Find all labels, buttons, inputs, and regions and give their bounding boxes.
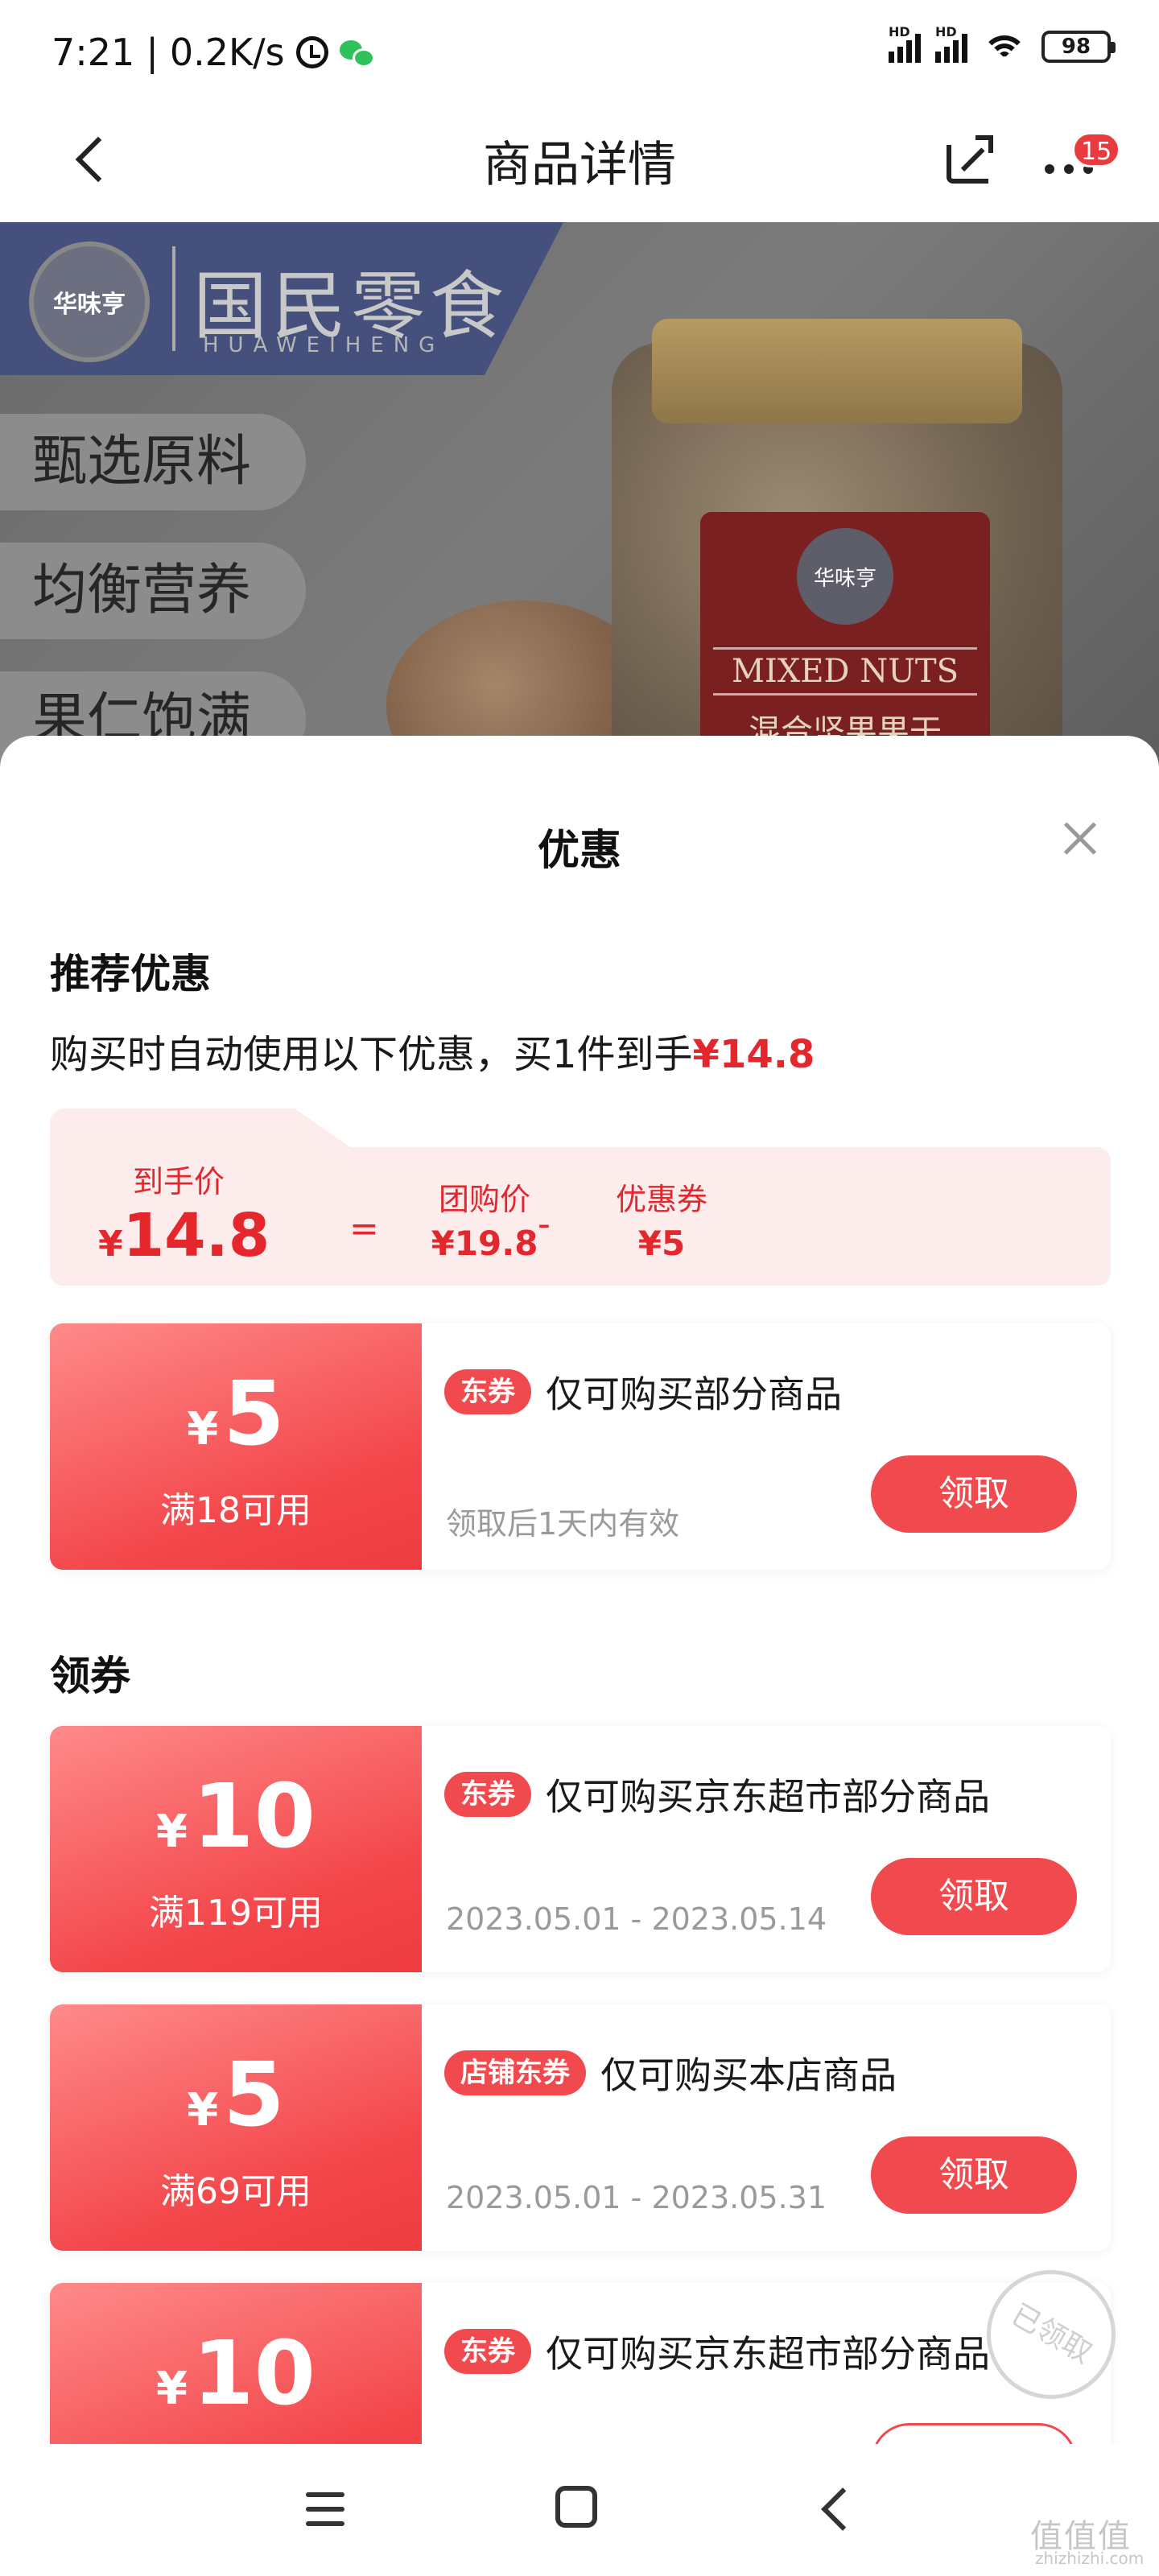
coupon-amount-panel: ¥10 — [50, 2283, 422, 2444]
claim-button[interactable]: 领取 — [871, 2136, 1077, 2214]
coupon-amount: 10 — [192, 1765, 316, 1868]
recommended-coupon: ¥5 满18可用 东券 仅可购买部分商品 领取后1天内有效 领取 — [50, 1323, 1111, 1570]
coupon-desc-text: 仅可购买京东超市部分商品 — [546, 1775, 990, 1818]
app-header: 商品详情 15 — [0, 97, 1159, 222]
label-logo: 华味亨 — [797, 528, 893, 625]
status-time: 7:21 — [52, 31, 135, 74]
coupon-item: ¥10 东券 仅可购买京东超市部分商品 — [50, 2283, 1111, 2444]
battery-level: 98 — [1061, 35, 1091, 59]
coupon-yen: ¥ — [155, 1806, 188, 1858]
close-button[interactable] — [1058, 816, 1103, 861]
recommend-heading: 推荐优惠 — [50, 951, 211, 997]
discount-sheet: 优惠 推荐优惠 购买时自动使用以下优惠，买1件到手¥14.8 到手价 ¥14.8… — [0, 736, 1159, 2444]
status-separator: | — [146, 31, 159, 74]
banner-pill-1: 甄选原料 — [0, 414, 306, 510]
jar-lid — [652, 319, 1022, 423]
minus-sign: - — [538, 1203, 551, 1245]
status-bar: 7:21 | 0.2K/s HD HD 98 — [0, 0, 1159, 97]
auto-discount-text: 购买时自动使用以下优惠，买1件到手¥14.8 — [50, 1022, 815, 1079]
brand-logo: 华味亨 — [29, 242, 150, 362]
share-button[interactable] — [940, 127, 1004, 192]
watermark-url: zhizhizhi.com — [1035, 2549, 1145, 2568]
brand-separator — [172, 246, 175, 351]
coupon-tag: 东券 — [444, 1369, 531, 1414]
coupon-description: 店铺东券 仅可购买本店商品 — [444, 2046, 897, 2099]
system-nav-bar — [0, 2444, 1159, 2576]
status-net-speed: 0.2K/s — [169, 31, 285, 74]
claim-button[interactable]: 领取 — [871, 1858, 1077, 1935]
coupon-tag: 东券 — [444, 2329, 531, 2374]
coupon-tag: 店铺东券 — [444, 2050, 586, 2095]
coupon-condition: 满18可用 — [160, 1490, 311, 1531]
brand-subtitle: HUAWEIHENG — [203, 333, 445, 357]
hd-label-2: HD — [935, 24, 957, 39]
final-price: 到手价 ¥14.8 — [98, 1157, 270, 1270]
coupon-desc-text: 仅可购买本店商品 — [600, 2054, 897, 2097]
coupon-amount-panel: ¥10 满119可用 — [50, 1726, 422, 1972]
coupon-discount-label: 优惠券 — [615, 1182, 707, 1217]
equals-sign: = — [349, 1208, 379, 1249]
coupon-amount-panel: ¥5 满18可用 — [50, 1323, 422, 1570]
message-badge: 15 — [1072, 132, 1121, 167]
banner-pill-2: 均衡营养 — [0, 543, 306, 639]
coupon-validity: 2023.05.01 - 2023.05.14 — [446, 1901, 827, 1937]
battery-icon: 98 — [1041, 31, 1116, 63]
final-price-value: 14.8 — [122, 1201, 270, 1270]
final-price-label: 到手价 — [132, 1164, 225, 1199]
coupon-desc-text: 仅可购买部分商品 — [546, 1373, 842, 1416]
hd-label: HD — [889, 24, 910, 39]
coupon-yen: ¥ — [187, 2084, 219, 2136]
product-label: 华味亨 MIXED NUTS 混合坚果果干 — [700, 512, 990, 770]
coupon-item: ¥5 满69可用 店铺东券 仅可购买本店商品 2023.05.01 - 2023.… — [50, 2004, 1111, 2251]
coupon-condition: 满69可用 — [160, 2171, 311, 2212]
claimed-button[interactable] — [871, 2423, 1077, 2444]
coupon-amount: 10 — [192, 2322, 316, 2425]
coupon-description: 东券 仅可购买部分商品 — [444, 1365, 842, 1418]
alarm-icon — [295, 36, 328, 68]
home-nav-button[interactable] — [555, 2486, 597, 2528]
claim-heading: 领券 — [50, 1653, 130, 1699]
final-price-yen: ¥ — [98, 1224, 123, 1265]
coupon-condition: 满119可用 — [149, 1893, 323, 1934]
label-en: MIXED NUTS — [713, 647, 977, 696]
status-left: 7:21 | 0.2K/s — [52, 31, 375, 74]
coupon-discount-value: ¥5 — [637, 1224, 686, 1263]
signal-icon: HD — [889, 24, 921, 63]
coupon-amount: 5 — [223, 1362, 285, 1465]
coupon-desc-text: 仅可购买京东超市部分商品 — [546, 2332, 990, 2376]
coupon-amount-panel: ¥5 满69可用 — [50, 2004, 422, 2251]
coupon-discount: 优惠券 ¥5 — [581, 1174, 742, 1263]
menu-nav-button[interactable] — [301, 2486, 349, 2534]
auto-text-prefix: 购买时自动使用以下优惠，买1件到手 — [50, 1032, 693, 1077]
coupon-yen: ¥ — [187, 1403, 219, 1455]
status-right: HD HD 98 — [889, 24, 1116, 63]
more-button[interactable]: 15 — [1038, 129, 1121, 193]
product-banner-image: 华味亨 国民零食 HUAWEIHENG 甄选原料 均衡营养 果仁饱满 华味亨 M… — [0, 222, 1159, 770]
claim-button[interactable]: 领取 — [871, 1455, 1077, 1533]
coupon-yen: ¥ — [155, 2363, 188, 2415]
back-nav-button[interactable] — [813, 2486, 861, 2534]
coupon-description: 东券 仅可购买京东超市部分商品 — [444, 2325, 990, 2378]
wechat-icon — [339, 39, 375, 68]
signal-icon-2: HD — [935, 24, 967, 63]
coupon-amount: 5 — [223, 2043, 285, 2146]
coupon-validity: 2023.05.01 - 2023.05.31 — [446, 2180, 827, 2215]
wifi-icon — [982, 31, 1027, 63]
coupon-item: ¥10 满119可用 东券 仅可购买京东超市部分商品 2023.05.01 - 2… — [50, 1726, 1111, 1972]
sheet-title: 优惠 — [537, 827, 621, 875]
coupon-tag: 东券 — [444, 1772, 531, 1817]
auto-text-price: ¥14.8 — [692, 1032, 815, 1077]
coupon-description: 东券 仅可购买京东超市部分商品 — [444, 1768, 990, 1821]
price-calc-box: 到手价 ¥14.8 = 团购价 ¥19.8 - 优惠券 ¥5 — [50, 1108, 1111, 1286]
coupon-validity: 领取后1天内有效 — [446, 1506, 680, 1542]
